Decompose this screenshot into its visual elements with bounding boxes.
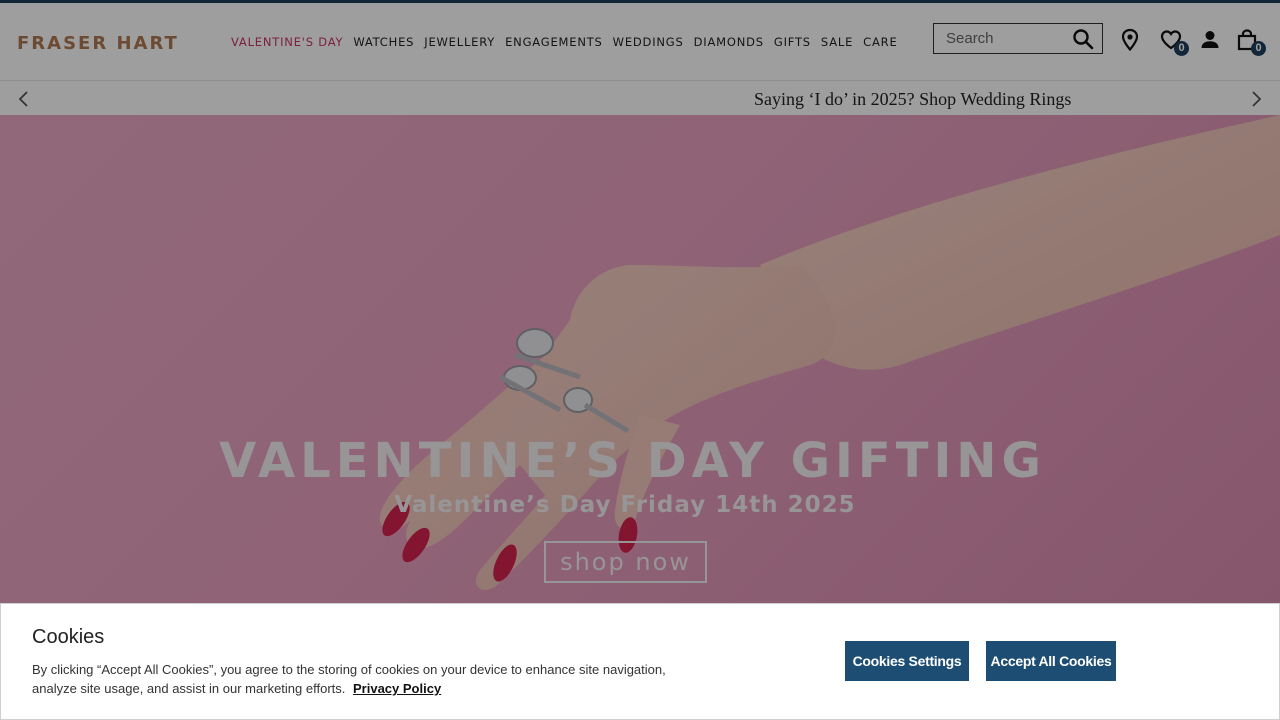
privacy-policy-link[interactable]: Privacy Policy — [353, 681, 441, 696]
cookie-title: Cookies — [32, 626, 105, 648]
cookie-description: By clicking “Accept All Cookies”, you ag… — [32, 660, 712, 698]
cookie-banner: Cookies By clicking “Accept All Cookies”… — [0, 603, 1280, 720]
cookies-settings-button[interactable]: Cookies Settings — [845, 641, 969, 681]
cookie-body-text: By clicking “Accept All Cookies”, you ag… — [32, 662, 666, 696]
accept-all-cookies-button[interactable]: Accept All Cookies — [986, 641, 1116, 681]
